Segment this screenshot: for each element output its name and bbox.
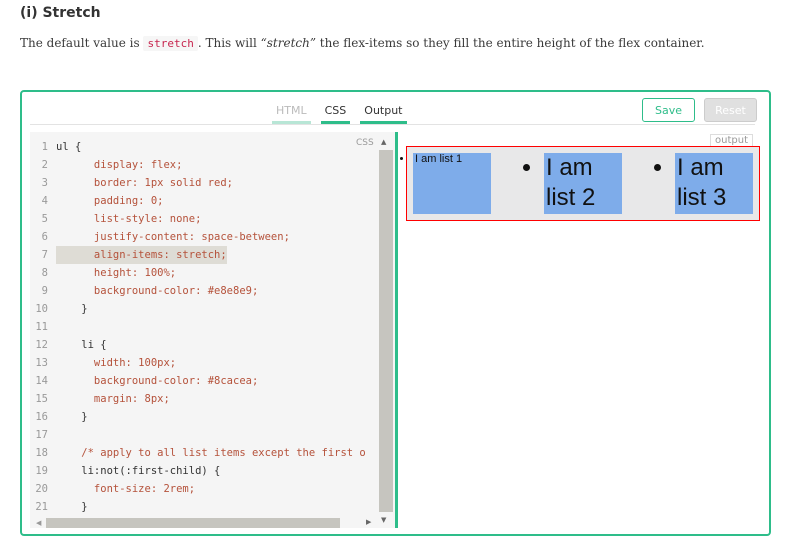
line-text: justify-content: space-between;: [56, 231, 290, 243]
line-text: /* apply to all list items except the fi…: [56, 447, 366, 459]
code-line: 16 }: [30, 408, 366, 426]
desc-pre: The default value is: [20, 36, 144, 50]
panel-divider[interactable]: [395, 132, 398, 528]
horizontal-scrollbar[interactable]: [46, 518, 340, 528]
line-number: 7: [41, 249, 48, 261]
line-text: border: 1px solid red;: [56, 177, 234, 189]
code-line: 21 }: [30, 498, 366, 516]
line-text: }: [56, 501, 88, 513]
line-text: }: [56, 303, 88, 315]
line-number: 3: [41, 177, 48, 189]
save-button[interactable]: Save: [642, 98, 695, 122]
line-number: 20: [35, 483, 48, 495]
line-number: 9: [41, 285, 48, 297]
desc-mid: . This will: [197, 36, 261, 50]
line-number: 2: [41, 159, 48, 171]
list-item: I am list 2: [544, 153, 622, 214]
line-number: 18: [35, 447, 48, 459]
code-line: 11: [30, 318, 366, 336]
code-lines: 1 ul {2 display: flex; 3 border: 1px solid…: [30, 138, 366, 516]
list-item: I am list 3: [675, 153, 753, 214]
line-number: 15: [35, 393, 48, 405]
code-line: 9 background-color: #e8e8e9;: [30, 282, 366, 300]
line-number: 11: [35, 321, 48, 333]
line-number: 1: [41, 141, 48, 153]
scroll-up-icon[interactable]: ▲: [381, 138, 386, 146]
line-text: display: flex;: [56, 159, 183, 171]
line-text: align-items: stretch;: [56, 246, 227, 264]
line-number: 12: [35, 339, 48, 351]
line-number: 13: [35, 357, 48, 369]
code-line: 12 li {: [30, 336, 366, 354]
code-line: 2 display: flex;: [30, 156, 366, 174]
output-badge: output: [710, 134, 753, 146]
scroll-left-icon[interactable]: ◀: [36, 519, 41, 527]
code-line: 8 height: 100%;: [30, 264, 366, 282]
line-number: 4: [41, 195, 48, 207]
code-line: 4 padding: 0;: [30, 192, 366, 210]
line-text: background-color: #e8e8e9;: [56, 285, 259, 297]
line-number: 21: [35, 501, 48, 513]
flex-container: I am list 1 I am list 2 I am list 3: [406, 146, 760, 221]
line-number: 14: [35, 375, 48, 387]
line-number: 6: [41, 231, 48, 243]
vertical-scrollbar[interactable]: [379, 150, 393, 512]
editor-tabs: HTML CSS Output: [272, 104, 407, 124]
line-number: 16: [35, 411, 48, 423]
list-item: I am list 1: [413, 153, 491, 214]
code-line: 14 background-color: #8cacea;: [30, 372, 366, 390]
tab-divider: [30, 124, 755, 125]
code-line: 1 ul {: [30, 138, 366, 156]
scroll-down-icon[interactable]: ▼: [381, 516, 386, 524]
code-line: 19 li:not(:first-child) {: [30, 462, 366, 480]
scroll-right-icon[interactable]: ▶: [366, 518, 371, 526]
line-text: padding: 0;: [56, 195, 164, 207]
line-number: 17: [35, 429, 48, 441]
section-heading: (i) Stretch: [20, 5, 101, 21]
code-line: 20 font-size: 2rem;: [30, 480, 366, 498]
line-number: 19: [35, 465, 48, 477]
tab-html[interactable]: HTML: [272, 104, 311, 124]
desc-em: “stretch”: [260, 36, 316, 50]
code-line: 13 width: 100px;: [30, 354, 366, 372]
output-panel: output I am list 1 I am list 2 I am list…: [402, 132, 761, 528]
line-text: margin: 8px;: [56, 393, 170, 405]
reset-button[interactable]: Reset: [704, 98, 757, 122]
css-badge: CSS: [356, 138, 374, 148]
desc-post: the flex-items so they fill the entire h…: [315, 36, 705, 50]
code-line: 15 margin: 8px;: [30, 390, 366, 408]
code-line: 10 }: [30, 300, 366, 318]
code-line: 17: [30, 426, 366, 444]
line-text: font-size: 2rem;: [56, 483, 196, 495]
line-number: 10: [35, 303, 48, 315]
desc-code: stretch: [143, 36, 198, 51]
tab-css[interactable]: CSS: [320, 104, 351, 124]
line-text: li:not(:first-child) {: [56, 465, 221, 477]
code-line: 18 /* apply to all list items except the…: [30, 444, 366, 462]
line-text: width: 100px;: [56, 357, 177, 369]
line-text: background-color: #8cacea;: [56, 375, 259, 387]
code-line: 6 justify-content: space-between;: [30, 228, 366, 246]
line-text: ul {: [56, 141, 82, 153]
css-code-panel[interactable]: 1 ul {2 display: flex; 3 border: 1px solid…: [30, 132, 395, 528]
line-text: height: 100%;: [56, 267, 177, 279]
line-number: 8: [41, 267, 48, 279]
line-number: 5: [41, 213, 48, 225]
code-line: 5 list-style: none;: [30, 210, 366, 228]
line-text: li {: [56, 339, 107, 351]
code-editor: HTML CSS Output Save Reset 1 ul { 2 displa…: [20, 90, 771, 536]
code-line: 7 align-items: stretch;: [30, 246, 366, 264]
tab-output[interactable]: Output: [360, 104, 407, 124]
line-text: list-style: none;: [56, 213, 202, 225]
line-text: }: [56, 411, 88, 423]
code-line: 3 border: 1px solid red;: [30, 174, 366, 192]
description: The default value is stretch. This will …: [20, 36, 705, 51]
